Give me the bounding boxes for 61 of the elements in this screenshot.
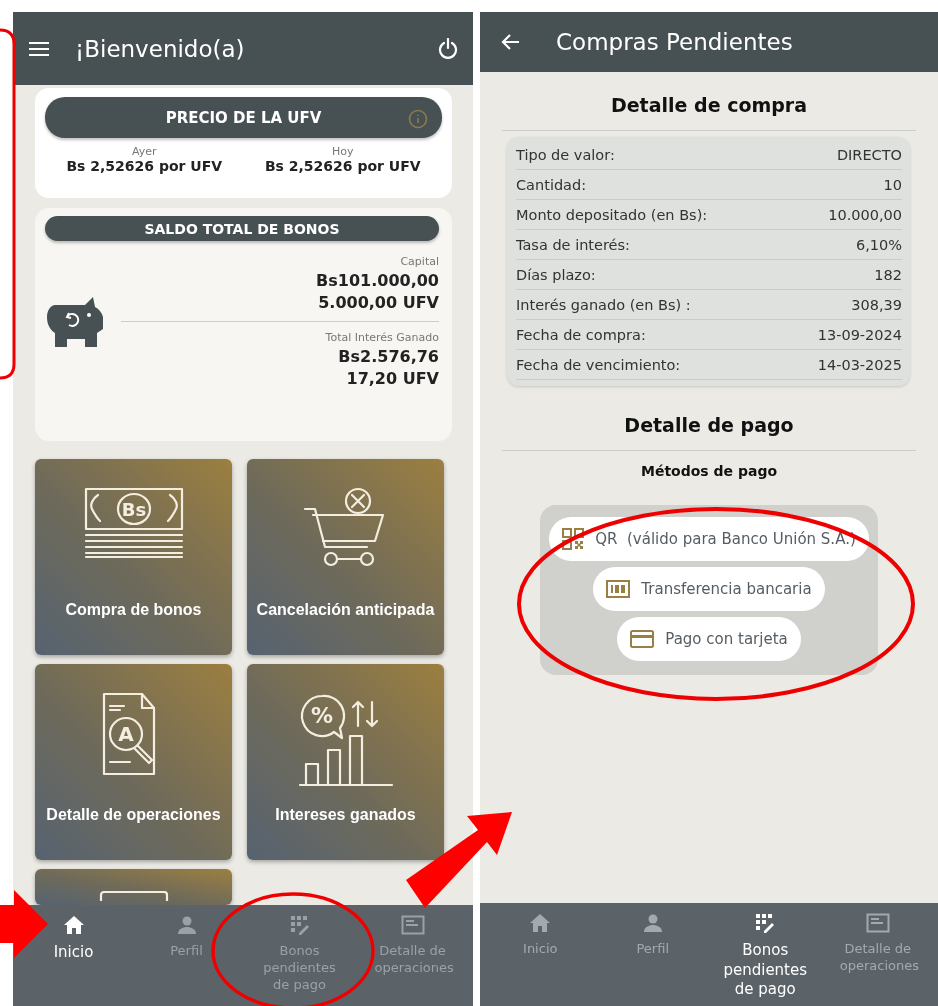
amount-value: Bs101.000,00 — [316, 270, 439, 290]
detail-value: 6,10% — [855, 237, 902, 253]
subsection-title: Métodos de pago — [639, 463, 779, 479]
detail-value: 10 — [883, 177, 902, 193]
back-arrow-icon — [500, 33, 520, 51]
home-icon — [529, 913, 552, 933]
banknote-icon — [606, 580, 631, 598]
detail-value: 14-03-2025 — [817, 357, 902, 373]
detail-label: Tipo de valor: — [516, 147, 615, 163]
menu-tile[interactable]: % Intereses ganados — [247, 664, 444, 860]
amount-value: 17,20 UFV — [346, 368, 439, 388]
amount-value: Bs2.576,76 — [338, 346, 439, 366]
detail-value: 308,39 — [851, 297, 902, 313]
section-title: Detalle de pago — [502, 386, 916, 451]
payment-method-button[interactable]: Transferencia bancaria — [593, 567, 825, 611]
qr-code-icon — [562, 528, 585, 550]
nav-tab[interactable]: Inicio — [21, 915, 126, 1006]
menu-tile[interactable] — [35, 869, 232, 905]
detail-value: DIRECTO — [836, 147, 902, 163]
card-title: PRECIO DE LA UFV — [165, 109, 322, 127]
card-list-icon — [400, 915, 425, 935]
nav-tab[interactable]: Bonos pendientes de pago — [712, 913, 818, 1006]
menu-tile[interactable]: A Detalle de operaciones — [35, 664, 232, 860]
card-list-icon — [865, 913, 890, 933]
menu-tile[interactable]: Bs Compra de bonos — [35, 459, 232, 655]
grid-pencil-icon — [754, 913, 777, 933]
price-label: Hoy — [332, 145, 354, 158]
section-title: Detalle de compra — [502, 72, 916, 131]
power-icon — [437, 37, 459, 60]
detail-value: 10.000,00 — [828, 207, 902, 223]
grid-pencil-icon — [288, 915, 311, 935]
detail-label: Tasa de interés: — [516, 237, 630, 253]
price-value: Bs 2,52626 por UFV — [264, 158, 421, 174]
person-icon — [176, 915, 197, 935]
menu-icon — [29, 40, 49, 57]
tile-icon — [98, 891, 169, 901]
amount-label: Capital — [400, 254, 439, 268]
detail-label: Fecha de compra: — [516, 327, 646, 343]
power-button[interactable] — [437, 37, 459, 60]
back-button[interactable] — [500, 33, 520, 51]
detail-value: 182 — [874, 267, 902, 283]
detail-label: Fecha de vencimiento: — [516, 357, 681, 373]
detail-label: Interés ganado (en Bs) : — [516, 297, 691, 313]
annotation-arrow — [0, 890, 48, 958]
detail-label: Monto depositado (en Bs): — [516, 207, 708, 223]
screen-title: ¡Bienvenido(a) — [75, 35, 246, 62]
card-title: SALDO TOTAL DE BONOS — [45, 215, 439, 241]
amount-value: 5.000,00 UFV — [318, 292, 439, 312]
payment-method-button[interactable]: Pago con tarjeta — [617, 617, 801, 661]
menu-tile[interactable]: Cancelación anticipada — [247, 459, 444, 655]
detail-label: Cantidad: — [516, 177, 587, 193]
home-icon — [62, 915, 85, 935]
menu-button[interactable] — [29, 40, 49, 57]
credit-card-icon — [630, 630, 655, 648]
person-icon — [642, 913, 663, 933]
detail-label: Días plazo: — [516, 267, 596, 283]
screen-title: Compras Pendientes — [556, 29, 793, 55]
price-value: Bs 2,52626 por UFV — [66, 158, 223, 174]
amount-label: Total Interés Ganado — [325, 330, 439, 344]
price-label: Ayer — [131, 145, 157, 158]
detail-value: 13-09-2024 — [817, 327, 902, 343]
